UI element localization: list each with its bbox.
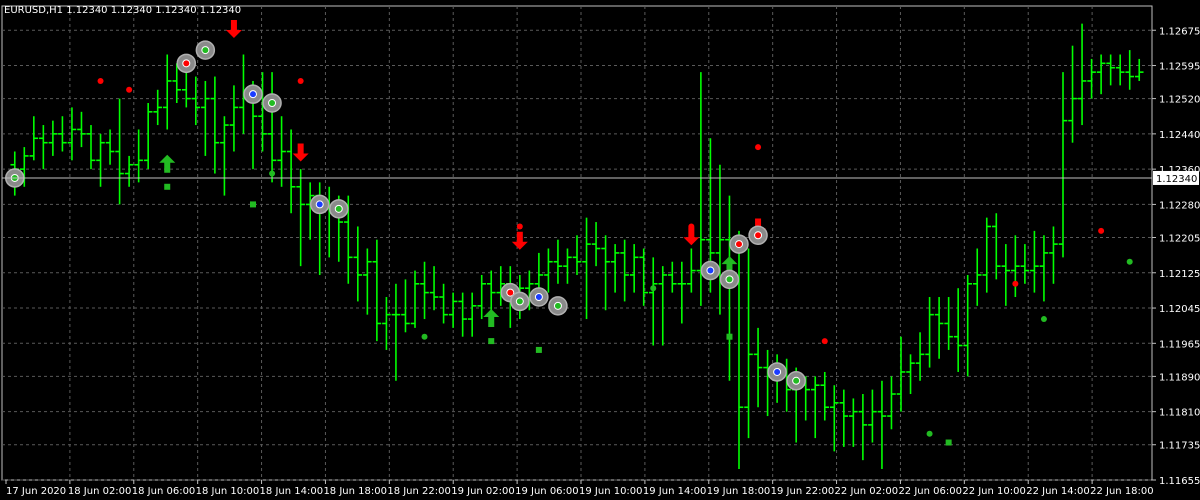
x-tick-label: 18 Jun 10:00	[196, 486, 260, 497]
signal-dot-marker	[97, 77, 104, 84]
x-tick-label: 19 Jun 22:00	[771, 486, 835, 497]
y-tick-label: 1.12125	[1159, 269, 1200, 280]
signal-circle-marker	[786, 371, 806, 391]
signal-circle-marker	[195, 40, 216, 60]
marker-core	[553, 301, 562, 310]
signal-circle-marker	[510, 291, 530, 312]
x-tick-label: 22 Jun 06:00	[898, 486, 962, 497]
signal-square-marker	[488, 338, 495, 345]
y-tick-label: 1.12280	[1159, 200, 1200, 211]
marker-core	[792, 376, 801, 385]
marker-core	[249, 90, 257, 99]
x-tick-label: 18 Jun 06:00	[132, 486, 196, 497]
marker-core	[268, 99, 277, 108]
signal-dot-marker	[421, 333, 428, 340]
signal-dot-marker	[755, 144, 762, 151]
marker-core	[773, 367, 782, 376]
marker-core	[315, 200, 324, 209]
signal-square-marker	[250, 201, 256, 208]
y-tick-label: 1.11735	[1159, 441, 1200, 452]
y-tick-label: 1.12520	[1159, 95, 1200, 106]
chart-title: EURUSD,H1 1.12340 1.12340 1.12340 1.1234…	[4, 5, 241, 16]
y-tick-label: 1.12675	[1159, 26, 1200, 37]
chart-window[interactable]: 1.12340 1.12675 1.12595 1.12520 1.12440 1.12…	[0, 0, 1200, 500]
y-tick-label: 1.12045	[1159, 304, 1200, 315]
y-tick-label: 1.11810	[1159, 408, 1200, 419]
y-tick-label: 1.12205	[1159, 233, 1200, 244]
x-tick-label: 18 Jun 02:00	[68, 486, 132, 497]
x-tick-label: 17 Jun 2020	[6, 486, 66, 497]
signal-circle-marker	[719, 269, 740, 290]
signal-dot-marker	[688, 223, 695, 230]
marker-core	[515, 297, 524, 306]
signal-dot-marker	[1040, 316, 1047, 323]
signal-dot-marker	[126, 86, 133, 93]
signal-circle-marker	[529, 287, 549, 307]
signal-dot-marker	[650, 285, 657, 292]
signal-dot-marker	[1098, 227, 1105, 234]
x-tick-label: 19 Jun 02:00	[451, 486, 515, 497]
marker-core	[706, 266, 715, 275]
marker-core	[334, 204, 343, 213]
signal-square-marker	[945, 439, 952, 446]
y-tick-label: 1.11965	[1159, 339, 1200, 350]
signal-square-marker	[164, 183, 171, 190]
signal-circle-marker	[309, 194, 330, 215]
marker-core	[534, 293, 543, 302]
marker-core	[182, 59, 191, 68]
signal-circle-marker	[262, 93, 282, 113]
signal-square-marker	[535, 346, 542, 353]
x-tick-label: 18 Jun 18:00	[323, 486, 387, 497]
signal-dot-marker	[1126, 258, 1133, 265]
marker-core	[754, 231, 763, 240]
x-tick-label: 19 Jun 10:00	[579, 486, 643, 497]
x-tick-label: 19 Jun 14:00	[643, 486, 707, 497]
signal-dot-marker	[1012, 280, 1019, 287]
x-tick-label: 19 Jun 18:00	[707, 486, 771, 497]
signal-dot-marker	[821, 338, 828, 345]
signal-circle-marker	[548, 296, 568, 316]
signal-dot-marker	[269, 170, 276, 177]
x-tick-label: 22 Jun 18:00	[1090, 486, 1154, 497]
signal-circle-marker	[176, 53, 197, 74]
x-tick-label: 22 Jun 02:00	[835, 486, 899, 497]
signal-dot-marker	[516, 223, 523, 230]
x-tick-label: 18 Jun 22:00	[387, 486, 451, 497]
y-tick-label: 1.11890	[1159, 372, 1200, 383]
y-tick-label: 1.11655	[1159, 476, 1200, 487]
signal-circle-marker	[243, 84, 263, 104]
x-tick-label: 19 Jun 06:00	[515, 486, 579, 497]
signal-circle-marker	[729, 234, 749, 254]
signal-circle-marker	[329, 199, 349, 219]
x-tick-label: 22 Jun 14:00	[1026, 486, 1090, 497]
signal-circle-marker	[767, 362, 787, 382]
signal-circle-marker	[700, 260, 721, 281]
y-tick-label: 1.12595	[1159, 62, 1200, 73]
marker-core	[201, 46, 210, 55]
marker-core	[735, 240, 743, 249]
marker-core	[725, 275, 734, 284]
y-tick-label: 1.12440	[1159, 130, 1200, 141]
chart-background	[0, 0, 1200, 500]
signal-square-marker	[726, 333, 733, 340]
x-tick-label: 18 Jun 14:00	[260, 486, 324, 497]
signal-dot-marker	[926, 430, 933, 437]
x-tick-label: 22 Jun 10:00	[962, 486, 1026, 497]
signal-circle-marker	[748, 225, 768, 246]
signal-dot-marker	[297, 77, 304, 84]
y-tick-label: 1.12360	[1159, 165, 1200, 176]
price-chart[interactable]: 1.12340 1.126751.125951.125201.124401.12…	[0, 0, 1200, 500]
